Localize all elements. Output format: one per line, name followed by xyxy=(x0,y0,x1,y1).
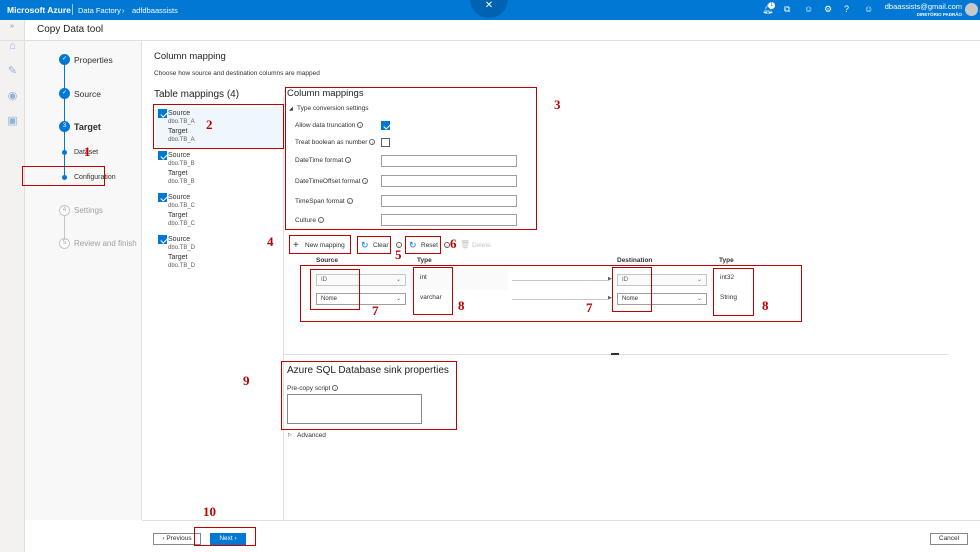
manage-toolbox-icon[interactable]: ▣ xyxy=(6,115,19,128)
annotation-number: 7 xyxy=(372,303,379,318)
col-header-destination: Destination xyxy=(617,257,653,264)
step-target[interactable]: Target xyxy=(74,122,101,132)
directory-filter-icon[interactable]: ⧉ xyxy=(784,4,790,15)
notification-count-badge: 1 xyxy=(768,2,775,9)
annotation-box xyxy=(405,236,441,254)
wizard-steps: ✓ Properties ✓ Source 3 Target Dataset C… xyxy=(25,41,142,520)
annotation-number: 8 xyxy=(458,298,465,313)
tool-header: Copy Data tool xyxy=(0,20,980,41)
tm-source-label[interactable]: Source xyxy=(168,152,190,159)
step-properties[interactable]: Properties xyxy=(74,55,113,65)
tm-target-table: dbo.TB_D xyxy=(168,263,196,269)
close-icon: ✕ xyxy=(484,0,494,11)
step-number-badge: 3 xyxy=(59,121,70,132)
author-pencil-icon[interactable]: ✎ xyxy=(6,65,19,78)
step-number-badge: 4 xyxy=(59,205,70,216)
table-mapping-checkbox[interactable] xyxy=(158,193,167,202)
pane-divider[interactable] xyxy=(283,97,284,520)
left-rail: » ⌂ ✎ ◉ ▣ xyxy=(0,20,25,552)
settings-gear-icon[interactable]: ⚙ xyxy=(824,4,832,15)
delete-button[interactable]: Delete xyxy=(472,242,491,249)
annotation-number: 8 xyxy=(762,298,769,313)
breadcrumb-factory-name[interactable]: adfdbaassists xyxy=(132,6,178,15)
annotation-box xyxy=(310,269,360,310)
delete-trash-icon[interactable]: 🗑︎ xyxy=(460,240,470,249)
annotation-box xyxy=(22,166,105,186)
table-mappings-title: Table mappings (4) xyxy=(154,89,240,100)
avatar[interactable] xyxy=(965,3,978,16)
annotation-number: 3 xyxy=(554,97,561,112)
tm-source-table: dbo.TB_B xyxy=(168,161,195,167)
tm-source-table: dbo.TB_C xyxy=(168,203,196,209)
user-directory: DIRETÓRIO PADRÃO xyxy=(916,12,962,17)
monitor-icon[interactable]: ◉ xyxy=(6,90,19,103)
cancel-button[interactable]: Cancel xyxy=(930,533,968,545)
wizard-footer: ‹ Previous Next › Cancel xyxy=(142,520,980,552)
tm-target-label: Target xyxy=(168,212,188,219)
feedback-icon[interactable]: ☺ xyxy=(804,4,813,15)
brand-label[interactable]: Microsoft Azure xyxy=(7,5,71,15)
tm-source-label[interactable]: Source xyxy=(168,194,190,201)
annotation-number: 5 xyxy=(395,247,402,262)
step-review-finish[interactable]: Review and finish xyxy=(74,239,137,248)
step-number-badge: 5 xyxy=(59,238,70,249)
breadcrumb-separator: › xyxy=(122,5,125,15)
step-connector xyxy=(64,59,65,177)
help-icon[interactable]: ? xyxy=(844,4,849,15)
tm-target-label: Target xyxy=(168,254,188,261)
col-header-source: Source xyxy=(316,257,339,264)
step-source[interactable]: Source xyxy=(74,89,101,99)
tm-target-table: dbo.TB_C xyxy=(168,221,196,227)
tm-source-label[interactable]: Source xyxy=(168,236,190,243)
annotation-box xyxy=(285,87,537,230)
annotation-number: 7 xyxy=(586,300,593,315)
annotation-number: 4 xyxy=(267,234,274,249)
advanced-toggle[interactable]: Advanced xyxy=(297,432,326,439)
step-done-check-icon: ✓ xyxy=(59,54,70,65)
annotation-number: 2 xyxy=(206,117,213,132)
col-header-type: Type xyxy=(417,257,432,264)
substep-dot xyxy=(62,150,67,155)
step-done-check-icon: ✓ xyxy=(59,88,70,99)
breadcrumb-data-factory[interactable]: Data Factory xyxy=(78,6,121,15)
tool-title: Copy Data tool xyxy=(37,24,104,35)
cloud-shell-icon[interactable]: ☺ xyxy=(864,4,873,15)
annotation-box xyxy=(194,527,256,546)
table-mapping-checkbox[interactable] xyxy=(158,235,167,244)
user-account[interactable]: dbaassists@gmail.com DIRETÓRIO PADRÃO xyxy=(885,3,962,19)
tm-target-label: Target xyxy=(168,170,188,177)
annotation-number: 10 xyxy=(203,504,216,519)
page-subtitle: Choose how source and destination column… xyxy=(154,70,320,77)
annotation-box xyxy=(289,235,351,254)
annotation-number: 9 xyxy=(243,373,250,388)
annotation-box xyxy=(357,236,391,254)
tm-target-table: dbo.TB_B xyxy=(168,179,195,185)
home-icon[interactable]: ⌂ xyxy=(6,40,19,53)
user-email: dbaassists@gmail.com xyxy=(884,2,962,11)
splitter-handle[interactable] xyxy=(611,353,619,355)
page-title: Column mapping xyxy=(154,51,226,62)
table-mapping-checkbox[interactable] xyxy=(158,151,167,160)
step-settings[interactable]: Settings xyxy=(74,206,103,215)
col-header-dest-type: Type xyxy=(719,257,734,264)
annotation-box xyxy=(612,267,652,312)
annotation-number: 1 xyxy=(84,144,91,159)
annotation-box xyxy=(281,361,457,430)
annotation-box xyxy=(153,104,284,149)
annotation-box xyxy=(713,268,754,316)
expand-triangle-icon[interactable]: ▷ xyxy=(288,432,292,438)
tm-source-table: dbo.TB_D xyxy=(168,245,196,251)
annotation-number: 6 xyxy=(450,236,457,251)
previous-label: Previous xyxy=(166,535,192,542)
annotation-box xyxy=(413,267,453,315)
divider xyxy=(72,4,73,15)
